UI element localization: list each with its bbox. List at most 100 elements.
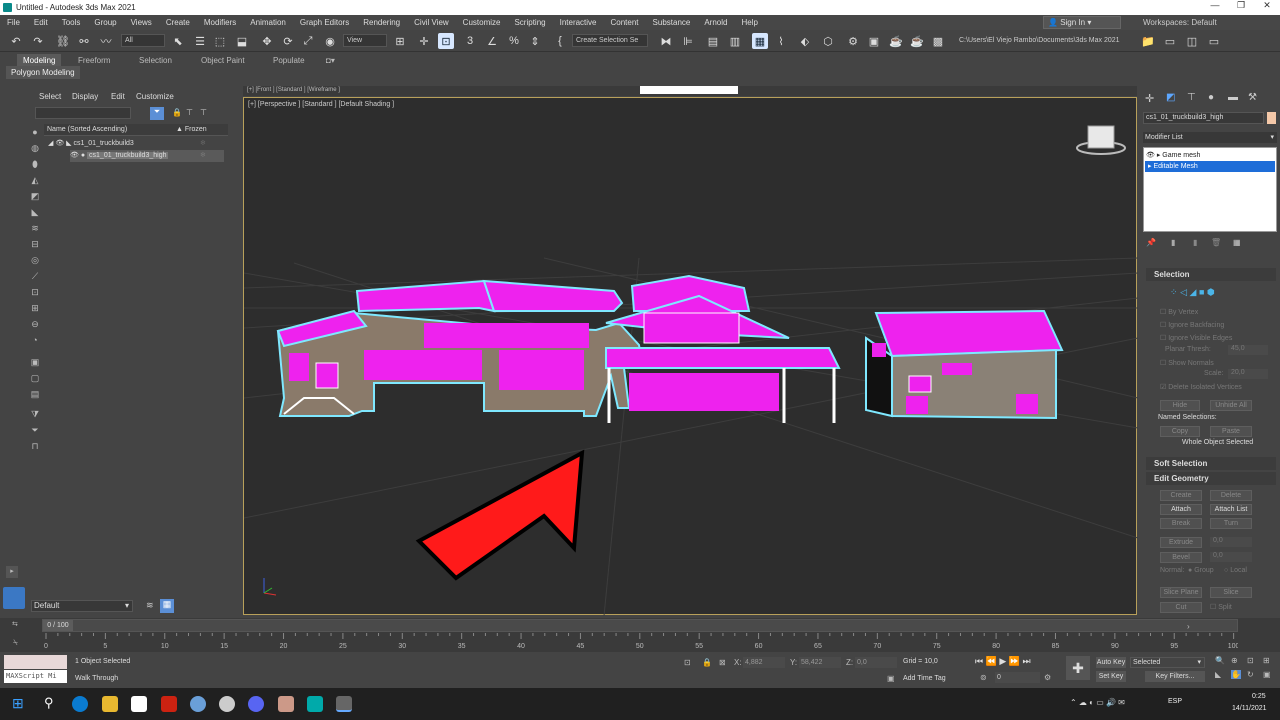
- time-slider-handle[interactable]: 0 / 100: [43, 620, 73, 631]
- modify-tab-icon[interactable]: ◩: [1166, 92, 1175, 103]
- hierarchy-tab-icon[interactable]: ⊤: [1187, 92, 1196, 103]
- by-vertex-checkbox[interactable]: ☐ By Vertex: [1160, 308, 1198, 316]
- maxscript-mini-listener[interactable]: MAXScript Mi: [4, 670, 67, 683]
- set-key-button[interactable]: Set Key: [1096, 671, 1126, 682]
- timeline-toggle-icon[interactable]: ⇆: [12, 620, 18, 628]
- menu-scripting[interactable]: Scripting: [507, 18, 552, 27]
- scene-search-input[interactable]: [35, 107, 131, 119]
- filter-funnel-icon[interactable]: ⏷: [150, 107, 164, 120]
- tab-populate[interactable]: Populate: [273, 54, 305, 67]
- scene-row[interactable]: ◢ 👁 ◣ cs1_01_truckbuild3 ❄: [48, 138, 228, 150]
- schematic-view-icon[interactable]: ⬖: [797, 33, 813, 49]
- break-button[interactable]: Break: [1160, 518, 1202, 529]
- close-button[interactable]: ✕: [1254, 0, 1280, 11]
- redo-icon[interactable]: ↷: [30, 33, 46, 49]
- project-icon-3[interactable]: ◫: [1184, 33, 1200, 49]
- scene-menu-select[interactable]: Select: [39, 92, 61, 101]
- make-unique-icon[interactable]: ▮: [1193, 238, 1197, 247]
- store-icon[interactable]: [131, 696, 147, 712]
- object-name-field[interactable]: cs1_01_truckbuild3_high: [1143, 112, 1264, 124]
- column-frozen[interactable]: ▲ Frozen: [176, 126, 207, 133]
- delete-isolated-checkbox[interactable]: ☑ Delete Isolated Vertices: [1160, 383, 1242, 391]
- undo-icon[interactable]: ↶: [8, 33, 24, 49]
- motion-tab-icon[interactable]: ●: [1208, 92, 1214, 103]
- menu-substance[interactable]: Substance: [646, 18, 698, 27]
- settings-icon[interactable]: [190, 696, 206, 712]
- snaps-toggle-icon[interactable]: 3: [462, 33, 478, 49]
- rotate-icon[interactable]: ⟳: [280, 33, 296, 49]
- reference-coord-dropdown[interactable]: View: [343, 34, 387, 47]
- hierarchy-icon-2[interactable]: ⊤: [200, 108, 207, 117]
- toggle-ribbon-icon[interactable]: ▦: [752, 33, 768, 49]
- display-tab-icon[interactable]: ▬: [1228, 92, 1238, 103]
- pin-stack-icon[interactable]: 📌: [1146, 238, 1156, 247]
- material-editor-icon[interactable]: ⬡: [820, 33, 836, 49]
- ignore-visible-edges-checkbox[interactable]: ☐ Ignore Visible Edges: [1160, 334, 1232, 342]
- edit-named-selection-icon[interactable]: {: [552, 33, 568, 49]
- mirror-icon[interactable]: ⧓: [658, 33, 674, 49]
- discord-icon[interactable]: [248, 696, 264, 712]
- create-tab-icon[interactable]: ✛: [1145, 92, 1154, 105]
- render-activeshade-icon[interactable]: ▩: [930, 33, 946, 49]
- select-object-icon[interactable]: ⬉: [170, 33, 186, 49]
- clock-date[interactable]: 14/11/2021: [1232, 705, 1267, 712]
- modifier-list-dropdown[interactable]: Modifier List ▾: [1143, 132, 1277, 143]
- selection-filter-dropdown[interactable]: All: [121, 34, 165, 47]
- menu-civil-view[interactable]: Civil View: [407, 18, 456, 27]
- eye-icon[interactable]: 👁: [70, 152, 81, 159]
- move-icon[interactable]: ✥: [259, 33, 275, 49]
- menu-rendering[interactable]: Rendering: [356, 18, 407, 27]
- clock-app-icon[interactable]: [219, 696, 235, 712]
- front-viewport-label[interactable]: [+] [Front ] [Standard ] [Wireframe ]: [247, 87, 340, 93]
- selection-rollout-header[interactable]: Selection: [1146, 268, 1276, 281]
- language-indicator[interactable]: ESP: [1168, 698, 1182, 705]
- project-folder-icon[interactable]: 📁: [1140, 33, 1156, 49]
- file-explorer-icon[interactable]: [102, 696, 118, 712]
- mini-curve-editor-icon[interactable]: ⍀: [13, 638, 18, 648]
- scene-explorer-toggle-icon[interactable]: ▦: [160, 599, 174, 613]
- key-selection-dropdown[interactable]: Selected ▾: [1130, 657, 1205, 668]
- lock-toggle-icon[interactable]: 🔒: [172, 108, 182, 117]
- scene-menu-customize[interactable]: Customize: [136, 92, 174, 101]
- turn-button[interactable]: Turn: [1210, 518, 1252, 529]
- building-main[interactable]: [276, 274, 841, 423]
- go-to-end-icon[interactable]: ⏭: [1023, 656, 1031, 666]
- edge-browser-icon[interactable]: [72, 696, 88, 712]
- selection-lock-icon[interactable]: 🔒: [702, 658, 712, 667]
- absolute-mode-icon[interactable]: ⊠: [719, 658, 726, 667]
- menu-file[interactable]: File: [0, 18, 27, 27]
- menu-help[interactable]: Help: [734, 18, 764, 27]
- project-path[interactable]: C:\Users\El Viejo Rambo\Documents\3ds Ma…: [955, 34, 1133, 47]
- menu-content[interactable]: Content: [604, 18, 646, 27]
- pivot-center-icon[interactable]: ⊞: [392, 33, 408, 49]
- column-name[interactable]: Name (Sorted Ascending): [47, 126, 127, 133]
- layer-explorer-icon[interactable]: ▥: [727, 33, 743, 49]
- bevel-button[interactable]: Bevel: [1160, 552, 1202, 563]
- perspective-viewport[interactable]: [+] [Perspective ] [Standard ] [Default …: [243, 97, 1138, 616]
- scale-icon[interactable]: ⤢: [300, 33, 316, 49]
- viewcube-icon[interactable]: [1076, 125, 1126, 155]
- tab-object-paint[interactable]: Object Paint: [201, 54, 245, 67]
- bevel-input[interactable]: 0,0: [1210, 552, 1252, 562]
- x-coord-field[interactable]: 4,882: [743, 657, 785, 668]
- key-filters-button[interactable]: Key Filters...: [1145, 671, 1205, 682]
- play-icon[interactable]: ▶: [999, 656, 1006, 666]
- keyboard-shortcut-toggle-icon[interactable]: ⊡: [438, 33, 454, 49]
- select-by-name-icon[interactable]: ☰: [192, 33, 208, 49]
- fov-icon[interactable]: ◣: [1215, 670, 1221, 679]
- cut-button[interactable]: Cut: [1160, 602, 1202, 613]
- building-small[interactable]: [865, 309, 1064, 420]
- timeline[interactable]: ⇆ 0 / 100 › 0 5 10 15 20 25 30 35 40 45 50 55 60 65 70…: [0, 618, 1280, 652]
- hierarchy-icon[interactable]: ⊤: [186, 108, 193, 117]
- pan-icon[interactable]: ✋: [1231, 670, 1241, 679]
- menu-tools[interactable]: Tools: [55, 18, 88, 27]
- menu-group[interactable]: Group: [87, 18, 123, 27]
- viewport-layout-icon[interactable]: [3, 587, 25, 609]
- time-tag-icon[interactable]: ▣: [887, 674, 895, 683]
- search-icon[interactable]: ⚲: [44, 695, 54, 711]
- element-icon[interactable]: ⬢: [1207, 287, 1215, 297]
- placement-icon[interactable]: ◉: [322, 33, 338, 49]
- object-color-swatch[interactable]: [1267, 112, 1276, 124]
- utilities-tab-icon[interactable]: ⚒: [1248, 92, 1257, 103]
- windows-start-icon[interactable]: ⊞: [12, 695, 24, 712]
